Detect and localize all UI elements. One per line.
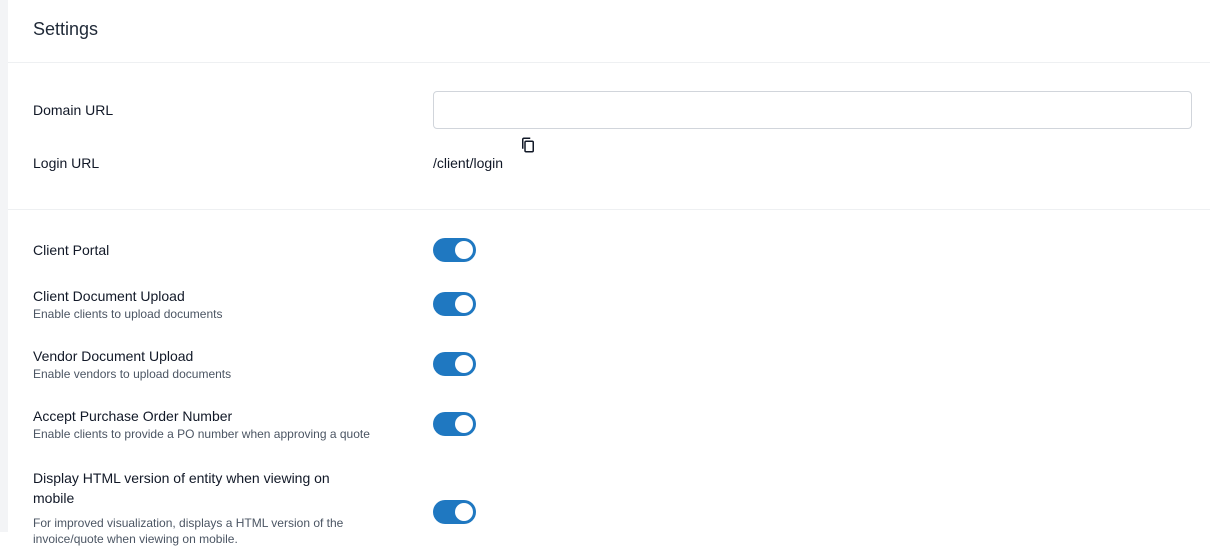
client-document-upload-toggle[interactable] xyxy=(433,292,476,316)
login-url-label: Login URL xyxy=(33,155,100,171)
toggle-label: Accept Purchase Order Number xyxy=(33,408,233,424)
display-html-mobile-toggle[interactable] xyxy=(433,500,476,524)
accept-po-number-toggle[interactable] xyxy=(433,412,476,436)
toggle-knob xyxy=(455,355,473,373)
page-gutter xyxy=(0,0,8,532)
toggle-row-accept-po-number: Accept Purchase Order Number Enable clie… xyxy=(33,390,1192,450)
toggle-description: Enable vendors to upload documents xyxy=(33,367,232,381)
toggle-description: Enable clients to provide a PO number wh… xyxy=(33,427,370,441)
toggle-knob xyxy=(455,415,473,433)
login-url-row: Login URL /client/login xyxy=(33,137,1192,193)
toggle-label: Vendor Document Upload xyxy=(33,348,194,364)
toggle-row-client-portal: Client Portal xyxy=(33,210,1192,270)
client-portal-toggle[interactable] xyxy=(433,238,476,262)
toggle-label: Client Portal xyxy=(33,242,110,258)
url-section: Domain URL Login URL /client/login xyxy=(8,63,1210,210)
toggle-description: For improved visualization, displays a H… xyxy=(33,516,344,546)
toggle-label: Display HTML version of entity when view… xyxy=(33,470,330,506)
toggle-knob xyxy=(455,241,473,259)
settings-card: Settings Domain URL Login URL /client/lo… xyxy=(8,0,1210,546)
toggle-knob xyxy=(455,503,473,521)
toggle-row-client-document-upload: Client Document Upload Enable clients to… xyxy=(33,270,1192,330)
copy-icon[interactable] xyxy=(519,136,537,154)
card-title: Settings xyxy=(33,18,99,39)
toggle-row-vendor-document-upload: Vendor Document Upload Enable vendors to… xyxy=(33,330,1192,390)
login-url-value: /client/login xyxy=(433,155,504,171)
vendor-document-upload-toggle[interactable] xyxy=(433,352,476,376)
domain-url-input[interactable] xyxy=(433,91,1192,129)
toggle-description: Enable clients to upload documents xyxy=(33,307,223,321)
card-header: Settings xyxy=(8,0,1210,63)
toggle-section: Client Portal Client Document Upload Ena… xyxy=(8,210,1210,546)
toggle-knob xyxy=(455,295,473,313)
domain-url-row: Domain URL xyxy=(33,63,1192,143)
toggle-label: Client Document Upload xyxy=(33,288,185,304)
domain-url-label: Domain URL xyxy=(33,102,114,118)
toggle-row-display-html-mobile: Display HTML version of entity when view… xyxy=(33,450,1192,546)
